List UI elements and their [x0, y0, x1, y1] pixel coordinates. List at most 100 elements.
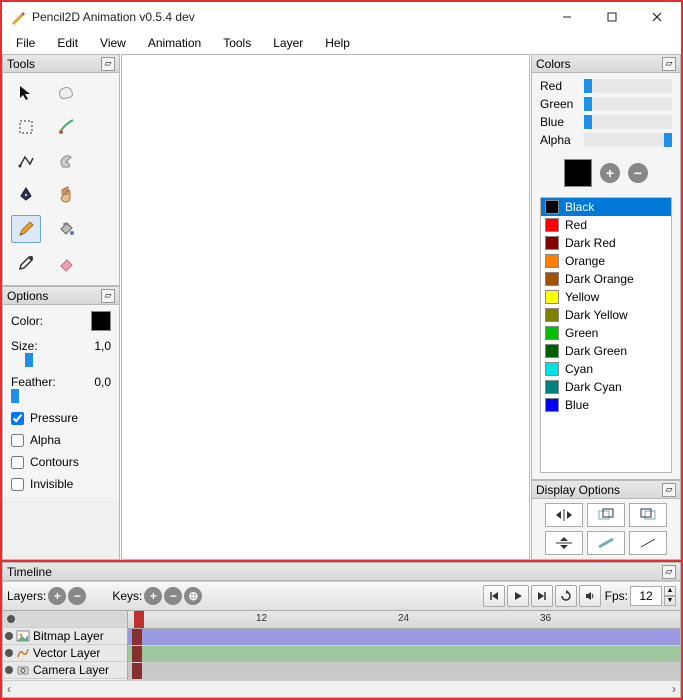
palette-item[interactable]: Dark Red [541, 234, 671, 252]
timeline-ruler[interactable]: 12 24 36 [128, 611, 680, 629]
layer-row[interactable]: Bitmap Layer [3, 628, 127, 645]
timeline-scrollbar[interactable]: ‹› [3, 680, 680, 697]
canvas[interactable] [121, 54, 530, 560]
last-frame-button[interactable] [531, 585, 553, 607]
fps-down-button[interactable]: ▼ [664, 596, 676, 606]
menu-edit[interactable]: Edit [47, 34, 88, 52]
eyedropper-tool[interactable] [11, 249, 41, 277]
tools-undock-button[interactable]: ▱ [101, 57, 115, 71]
fps-input[interactable] [630, 586, 662, 606]
layer-row[interactable]: Camera Layer [3, 662, 127, 679]
size-slider[interactable] [11, 353, 111, 367]
invisible-checkbox[interactable]: Invisible [11, 477, 111, 491]
green-slider[interactable] [584, 97, 672, 111]
polyline-tool[interactable] [11, 147, 41, 175]
colors-undock-button[interactable]: ▱ [662, 57, 676, 71]
menu-animation[interactable]: Animation [138, 34, 211, 52]
feather-slider[interactable] [11, 389, 111, 403]
palette-item[interactable]: Black [541, 198, 671, 216]
menu-layer[interactable]: Layer [263, 34, 313, 52]
remove-color-button[interactable]: − [628, 163, 648, 183]
palette-item[interactable]: Yellow [541, 288, 671, 306]
timeline-undock-button[interactable]: ▱ [662, 565, 676, 579]
add-key-button[interactable]: + [144, 587, 162, 605]
play-button[interactable] [507, 585, 529, 607]
hand-tool[interactable] [51, 181, 81, 209]
keyframe-icon[interactable] [132, 646, 142, 662]
swatch-icon [545, 308, 559, 322]
display-options-panel: Display Options ▱ [531, 480, 681, 560]
layer-track[interactable] [128, 629, 680, 646]
visibility-dot-icon[interactable] [5, 632, 13, 640]
pressure-checkbox[interactable]: Pressure [11, 411, 111, 425]
visibility-dot-icon[interactable] [5, 649, 13, 657]
loop-button[interactable] [555, 585, 577, 607]
close-button[interactable] [634, 3, 679, 31]
pen-tool[interactable] [11, 181, 41, 209]
smudge-tool[interactable] [51, 147, 81, 175]
palette-item[interactable]: Dark Cyan [541, 378, 671, 396]
pencil-tool[interactable] [11, 215, 41, 243]
fps-up-button[interactable]: ▲ [664, 586, 676, 596]
swatch-icon [545, 344, 559, 358]
eraser-tool[interactable] [51, 249, 81, 277]
layer-track[interactable] [128, 663, 680, 680]
palette-item-label: Dark Yellow [565, 308, 628, 322]
add-color-button[interactable]: + [600, 163, 620, 183]
options-undock-button[interactable]: ▱ [101, 289, 115, 303]
color-swatch-button[interactable] [91, 311, 111, 331]
remove-key-button[interactable]: − [164, 587, 182, 605]
menu-view[interactable]: View [90, 34, 136, 52]
onion-prev-button[interactable] [587, 503, 625, 527]
minimize-button[interactable] [544, 3, 589, 31]
layer-row[interactable]: Vector Layer [3, 645, 127, 662]
contours-checkbox[interactable]: Contours [11, 455, 111, 469]
blue-slider[interactable] [584, 115, 672, 129]
layer-track[interactable] [128, 646, 680, 663]
palette-item[interactable]: Red [541, 216, 671, 234]
palette-item[interactable]: Orange [541, 252, 671, 270]
colors-panel: Colors ▱ Red Green Blue Alpha + − [531, 54, 681, 480]
red-slider[interactable] [584, 79, 672, 93]
onion-next-button[interactable] [629, 503, 667, 527]
palette-item-label: Cyan [565, 362, 593, 376]
palette-item[interactable]: Blue [541, 396, 671, 414]
color-palette[interactable]: BlackRedDark RedOrangeDark Orange Yellow D… [540, 197, 672, 473]
move-tool[interactable] [11, 79, 41, 107]
maximize-button[interactable] [589, 3, 634, 31]
duplicate-key-button[interactable]: ⊕ [184, 587, 202, 605]
menu-tools[interactable]: Tools [213, 34, 261, 52]
palette-item[interactable]: Dark Green [541, 342, 671, 360]
display-undock-button[interactable]: ▱ [662, 483, 676, 497]
remove-layer-button[interactable]: − [68, 587, 86, 605]
add-layer-button[interactable]: + [48, 587, 66, 605]
palette-item[interactable]: Dark Orange [541, 270, 671, 288]
visibility-dot-icon[interactable] [5, 666, 13, 674]
menu-help[interactable]: Help [315, 34, 360, 52]
current-color-swatch[interactable] [564, 159, 592, 187]
layer-name: Vector Layer [33, 646, 100, 660]
alpha-checkbox[interactable]: Alpha [11, 433, 111, 447]
select-tool[interactable] [11, 113, 41, 141]
alpha-slider[interactable] [584, 133, 672, 147]
menu-file[interactable]: File [6, 34, 45, 52]
thin-lines-button[interactable] [587, 531, 625, 555]
outlines-button[interactable] [629, 531, 667, 555]
bucket-tool[interactable] [51, 215, 81, 243]
sound-button[interactable] [579, 585, 601, 607]
palette-item[interactable]: Dark Yellow [541, 306, 671, 324]
swatch-icon [545, 200, 559, 214]
first-frame-button[interactable] [483, 585, 505, 607]
palette-item[interactable]: Green [541, 324, 671, 342]
palette-item-label: Yellow [565, 290, 599, 304]
fps-label: Fps: [605, 589, 628, 603]
clear-tool[interactable] [51, 79, 81, 107]
mirror-v-button[interactable] [545, 531, 583, 555]
playhead-icon[interactable] [134, 611, 144, 628]
keyframe-icon[interactable] [132, 663, 142, 679]
keyframe-icon[interactable] [132, 629, 142, 645]
display-panel-title: Display Options [536, 483, 620, 497]
mirror-h-button[interactable] [545, 503, 583, 527]
brush-tool[interactable] [51, 113, 81, 141]
palette-item[interactable]: Cyan [541, 360, 671, 378]
